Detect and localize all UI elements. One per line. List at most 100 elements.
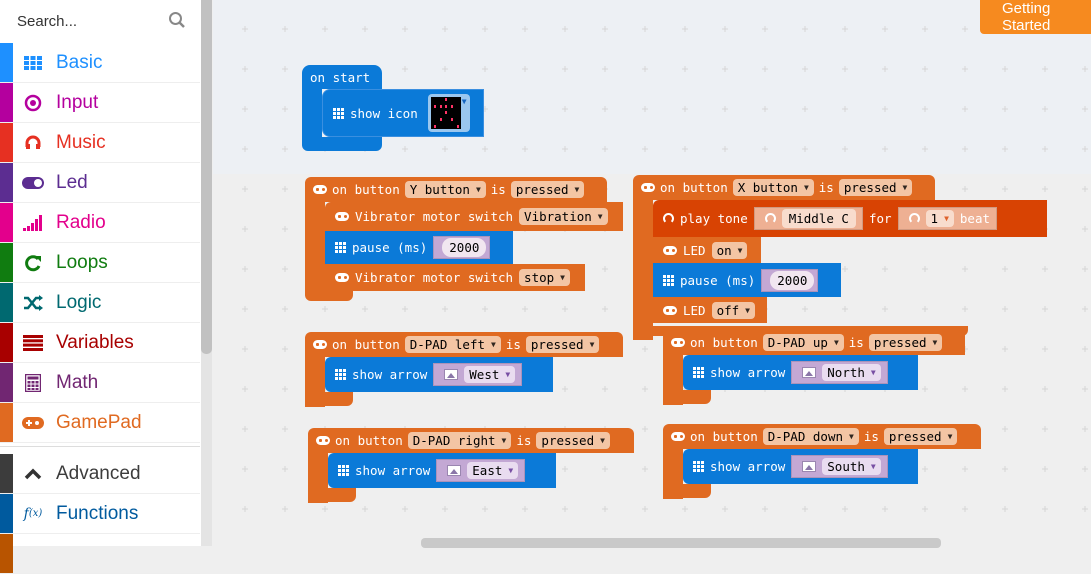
- state-dropdown[interactable]: pressed ▼: [868, 334, 943, 351]
- category-math[interactable]: Math: [0, 363, 200, 403]
- on-button-label: on button: [335, 433, 403, 448]
- grid-cross: [602, 386, 608, 392]
- grid-cross: [1082, 346, 1088, 352]
- grid-cross: [482, 506, 488, 512]
- event-header[interactable]: on button X button ▼ is pressed ▼: [633, 175, 935, 200]
- arrow-dropdown[interactable]: West ▼: [464, 366, 516, 383]
- grid-cross: [962, 466, 968, 472]
- button-dropdown[interactable]: X button ▼: [732, 179, 814, 196]
- grid-cross: [922, 506, 928, 512]
- icon-picker[interactable]: ▼: [427, 94, 470, 132]
- arrow-dropdown[interactable]: East ▼: [467, 462, 519, 479]
- getting-started-button[interactable]: Getting Started: [980, 0, 1091, 34]
- number-slot[interactable]: 2000: [761, 268, 819, 292]
- state-dropdown[interactable]: pressed ▼: [883, 428, 958, 445]
- category-loops[interactable]: Loops: [0, 243, 200, 283]
- led-on-block[interactable]: LED on ▼: [653, 237, 761, 263]
- grid-icon: [333, 107, 344, 119]
- category-functions[interactable]: f (x) Functions: [0, 494, 200, 534]
- button-dropdown[interactable]: D-PAD down ▼: [762, 428, 859, 445]
- workspace-horizontal-scrollbar[interactable]: [421, 538, 941, 548]
- arrow-slot[interactable]: South ▼: [791, 455, 888, 478]
- category-advanced[interactable]: Advanced: [0, 454, 200, 494]
- search-input[interactable]: Search...: [0, 0, 200, 42]
- image-icon: [802, 461, 817, 472]
- show-arrow-block[interactable]: show arrow North ▼: [683, 355, 918, 390]
- button-dropdown[interactable]: D-PAD up ▼: [762, 334, 844, 351]
- shuffle-icon: [22, 292, 44, 314]
- state-dropdown[interactable]: pressed ▼: [525, 336, 600, 353]
- pause-value[interactable]: 2000: [442, 238, 487, 257]
- vibrator-dropdown[interactable]: Vibration ▼: [519, 208, 608, 225]
- show-arrow-block[interactable]: show arrow East ▼: [328, 453, 556, 488]
- arrow-dropdown[interactable]: South ▼: [822, 458, 881, 475]
- play-tone-block[interactable]: play tone Middle C for 1 ▼ beat: [653, 200, 1047, 237]
- vibrator-dropdown[interactable]: stop ▼: [519, 269, 570, 286]
- on-start-header[interactable]: on start: [302, 65, 382, 89]
- led-off-block[interactable]: LED off ▼: [653, 297, 767, 323]
- grid-cross: [1082, 426, 1088, 432]
- grid-cross: [522, 506, 528, 512]
- category-basic[interactable]: Basic: [0, 43, 200, 83]
- number-slot[interactable]: 2000: [433, 236, 491, 259]
- beat-dropdown[interactable]: 1 ▼: [925, 210, 954, 227]
- arrow-slot[interactable]: North ▼: [791, 361, 888, 384]
- grid-icon: [663, 274, 674, 286]
- state-dropdown[interactable]: pressed ▼: [510, 181, 585, 198]
- event-header[interactable]: on button Y button ▼ is pressed ▼: [305, 177, 607, 202]
- pause-value[interactable]: 2000: [770, 270, 815, 290]
- grid-cross: [562, 26, 568, 32]
- dropdown-value: D-PAD up: [767, 335, 828, 350]
- grid-cross: [882, 306, 888, 312]
- pause-block[interactable]: pause (ms) 2000: [325, 231, 513, 264]
- is-label: is: [818, 180, 834, 195]
- category-logic[interactable]: Logic: [0, 283, 200, 323]
- show-icon-block[interactable]: show icon ▼: [322, 89, 484, 137]
- show-arrow-block[interactable]: show arrow South ▼: [683, 449, 918, 484]
- event-header[interactable]: on button D-PAD up ▼ is pressed ▼: [663, 330, 965, 355]
- toolbox-scrollbar-thumb[interactable]: [201, 0, 212, 354]
- grid-cross: [242, 466, 248, 472]
- grid-cross: [682, 506, 688, 512]
- category-partial[interactable]: [0, 534, 200, 574]
- state-dropdown[interactable]: pressed ▼: [536, 432, 610, 449]
- arrow-dropdown[interactable]: North ▼: [822, 364, 881, 381]
- grid-cross: [282, 306, 288, 312]
- show-arrow-block[interactable]: show arrow West ▼: [325, 357, 553, 392]
- note-slot[interactable]: Middle C: [753, 207, 863, 230]
- play-tone-label: play tone: [680, 211, 748, 226]
- vibrator-switch-block[interactable]: Vibrator motor switch stop ▼: [325, 264, 585, 291]
- getting-started-label: Getting Started: [1002, 0, 1051, 34]
- grid-cross: [1042, 426, 1048, 432]
- event-header[interactable]: on button D-PAD down ▼ is pressed ▼: [663, 424, 981, 449]
- show-arrow-label: show arrow: [355, 463, 431, 478]
- event-header[interactable]: on button D-PAD left ▼ is pressed ▼: [305, 332, 623, 357]
- category-radio[interactable]: Radio: [0, 203, 200, 243]
- gamepad-icon: [671, 338, 685, 347]
- category-gamepad[interactable]: GamePad: [0, 403, 200, 443]
- pause-block[interactable]: pause (ms) 2000: [653, 263, 841, 297]
- chevron-down-icon: ▼: [803, 183, 809, 192]
- button-dropdown[interactable]: D-PAD right ▼: [407, 432, 512, 449]
- category-variables[interactable]: Variables: [0, 323, 200, 363]
- note-value[interactable]: Middle C: [781, 209, 856, 228]
- grid-icon: [693, 367, 704, 378]
- arrow-slot[interactable]: East ▼: [436, 459, 526, 482]
- beat-slot[interactable]: 1 ▼ beat: [897, 207, 997, 230]
- event-header[interactable]: on button D-PAD right ▼ is pressed ▼: [308, 428, 634, 453]
- category-input[interactable]: Input: [0, 83, 200, 123]
- grid-cross: [1082, 386, 1088, 392]
- category-led[interactable]: Led: [0, 163, 200, 203]
- search-icon[interactable]: [168, 11, 186, 29]
- category-music[interactable]: Music: [0, 123, 200, 163]
- state-dropdown[interactable]: pressed ▼: [838, 179, 913, 196]
- button-dropdown[interactable]: D-PAD left ▼: [404, 336, 501, 353]
- arrow-slot[interactable]: West ▼: [433, 363, 523, 386]
- grid-cross: [482, 26, 488, 32]
- function-icon: f (x): [23, 505, 43, 522]
- chevron-down-icon: ▼: [902, 183, 908, 192]
- led-dropdown[interactable]: off ▼: [711, 301, 755, 319]
- button-dropdown[interactable]: Y button ▼: [404, 181, 486, 198]
- vibrator-switch-block[interactable]: Vibrator motor switch Vibration ▼: [325, 202, 623, 231]
- led-dropdown[interactable]: on ▼: [711, 241, 748, 259]
